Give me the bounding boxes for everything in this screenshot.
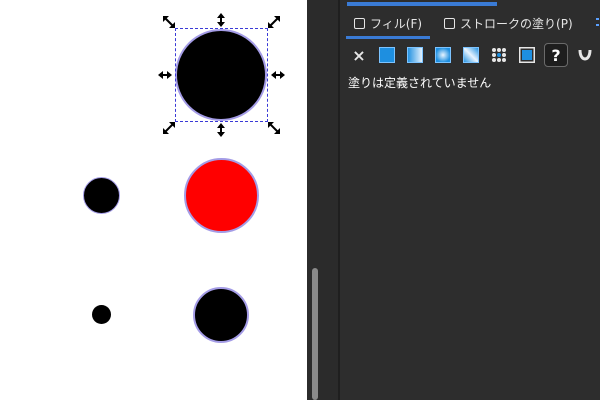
- circle-small[interactable]: [92, 305, 111, 324]
- unset-paint-button[interactable]: ?: [544, 43, 568, 67]
- circle-lower[interactable]: [193, 287, 249, 343]
- fill-rule-button[interactable]: [574, 44, 596, 66]
- fill-stroke-tabs: フィル(F) ストロークの塗り(P) ス: [340, 10, 600, 39]
- no-paint-button[interactable]: ×: [348, 44, 370, 66]
- inkscape-window: フィル(F) ストロークの塗り(P) ス ×: [0, 0, 600, 400]
- radial-gradient-icon: [435, 47, 451, 63]
- circle-red[interactable]: [184, 158, 259, 233]
- circle-medium[interactable]: [83, 177, 120, 214]
- fill-stroke-panel: フィル(F) ストロークの塗り(P) ス ×: [340, 0, 600, 400]
- scale-handle-right-icon[interactable]: [270, 67, 286, 83]
- tab-fill[interactable]: フィル(F): [340, 10, 431, 39]
- scale-handle-bottom-right-icon[interactable]: [266, 120, 282, 136]
- no-paint-icon: ×: [352, 45, 366, 65]
- scale-handle-bottom-left-icon[interactable]: [161, 120, 177, 136]
- pattern-button[interactable]: [488, 44, 510, 66]
- flat-color-icon: [379, 47, 395, 63]
- scale-handle-top-icon[interactable]: [213, 12, 229, 28]
- pattern-icon: [492, 48, 506, 62]
- vertical-scrollbar[interactable]: [312, 268, 318, 400]
- tab-stroke-paint[interactable]: ストロークの塗り(P): [430, 10, 581, 36]
- selection-bounding-box: [175, 28, 268, 122]
- tab-stroke-paint-label: ストロークの塗り(P): [460, 16, 573, 31]
- fill-rule-icon: [578, 49, 592, 61]
- tab-fill-label: フィル(F): [370, 16, 423, 31]
- fill-checkbox-icon: [354, 17, 365, 29]
- paint-type-toolbar: × ?: [348, 42, 600, 68]
- fill-status-message: 塗りは定義されていません: [348, 76, 492, 90]
- unset-icon: ?: [551, 45, 561, 65]
- scale-handle-top-right-icon[interactable]: [266, 14, 282, 30]
- stroke-style-icon: [595, 16, 600, 31]
- mesh-gradient-button[interactable]: [460, 44, 482, 66]
- radial-gradient-button[interactable]: [432, 44, 454, 66]
- drawing-canvas[interactable]: [0, 0, 307, 400]
- flat-color-button[interactable]: [376, 44, 398, 66]
- linear-gradient-icon: [407, 47, 423, 63]
- panel-header-accent: [347, 2, 497, 6]
- swatch-button[interactable]: [516, 44, 538, 66]
- scale-handle-top-left-icon[interactable]: [161, 14, 177, 30]
- swatch-icon: [519, 47, 535, 63]
- scale-handle-bottom-icon[interactable]: [213, 122, 229, 138]
- tab-stroke-style[interactable]: ス: [581, 10, 600, 36]
- linear-gradient-button[interactable]: [404, 44, 426, 66]
- mesh-gradient-icon: [463, 47, 479, 63]
- stroke-paint-checkbox-icon: [444, 17, 456, 29]
- scale-handle-left-icon[interactable]: [157, 67, 173, 83]
